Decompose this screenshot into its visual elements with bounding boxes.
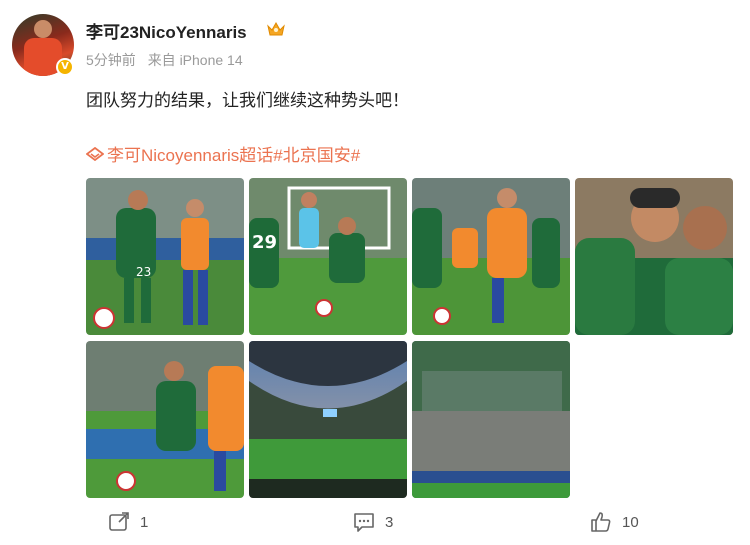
comment-count: 3 <box>385 513 394 531</box>
photo-5[interactable] <box>86 341 244 498</box>
photo-7[interactable] <box>412 341 570 498</box>
thumbs-up-icon <box>591 512 611 532</box>
username[interactable]: 李可23NicoYennaris <box>86 18 247 43</box>
verified-badge-icon: V <box>56 58 74 76</box>
photo-3[interactable] <box>412 178 570 335</box>
post-source[interactable]: 来自 iPhone 14 <box>148 52 243 68</box>
photo-1[interactable]: 23 <box>86 178 244 335</box>
supertopic-icon <box>86 146 104 161</box>
repost-count: 1 <box>140 513 149 531</box>
post-time: 5分钟前 <box>86 52 136 68</box>
comment-icon <box>354 513 374 532</box>
topic-links: 李可Nicoyennaris超话 #北京国安# <box>86 141 360 166</box>
post-meta: 5分钟前 来自 iPhone 14 <box>86 50 251 70</box>
jersey-number: 23 <box>136 265 151 279</box>
like-count: 10 <box>622 513 639 531</box>
comment-button[interactable]: 3 <box>353 511 393 533</box>
avatar-head <box>34 20 52 38</box>
weibo-post: V 李可23NicoYennaris 5分钟前 来自 iPhone 14 团队努… <box>0 0 750 545</box>
supertopic-link[interactable]: 李可Nicoyennaris超话 <box>107 141 273 166</box>
share-icon <box>109 512 129 531</box>
crown-icon <box>267 21 285 36</box>
hashtag-link[interactable]: #北京国安# <box>273 141 360 166</box>
photo-grid: 23 29 <box>86 178 736 500</box>
post-text: 团队努力的结果，让我们继续这种势头吧！ <box>86 91 409 110</box>
repost-button[interactable]: 1 <box>108 511 148 533</box>
photo-2[interactable]: 29 <box>249 178 407 335</box>
like-button[interactable]: 10 <box>590 511 639 533</box>
photo-4[interactable] <box>575 178 733 335</box>
jersey-number: 29 <box>252 232 277 253</box>
photo-6[interactable] <box>249 341 407 498</box>
action-bar: 1 3 10 <box>0 505 750 541</box>
